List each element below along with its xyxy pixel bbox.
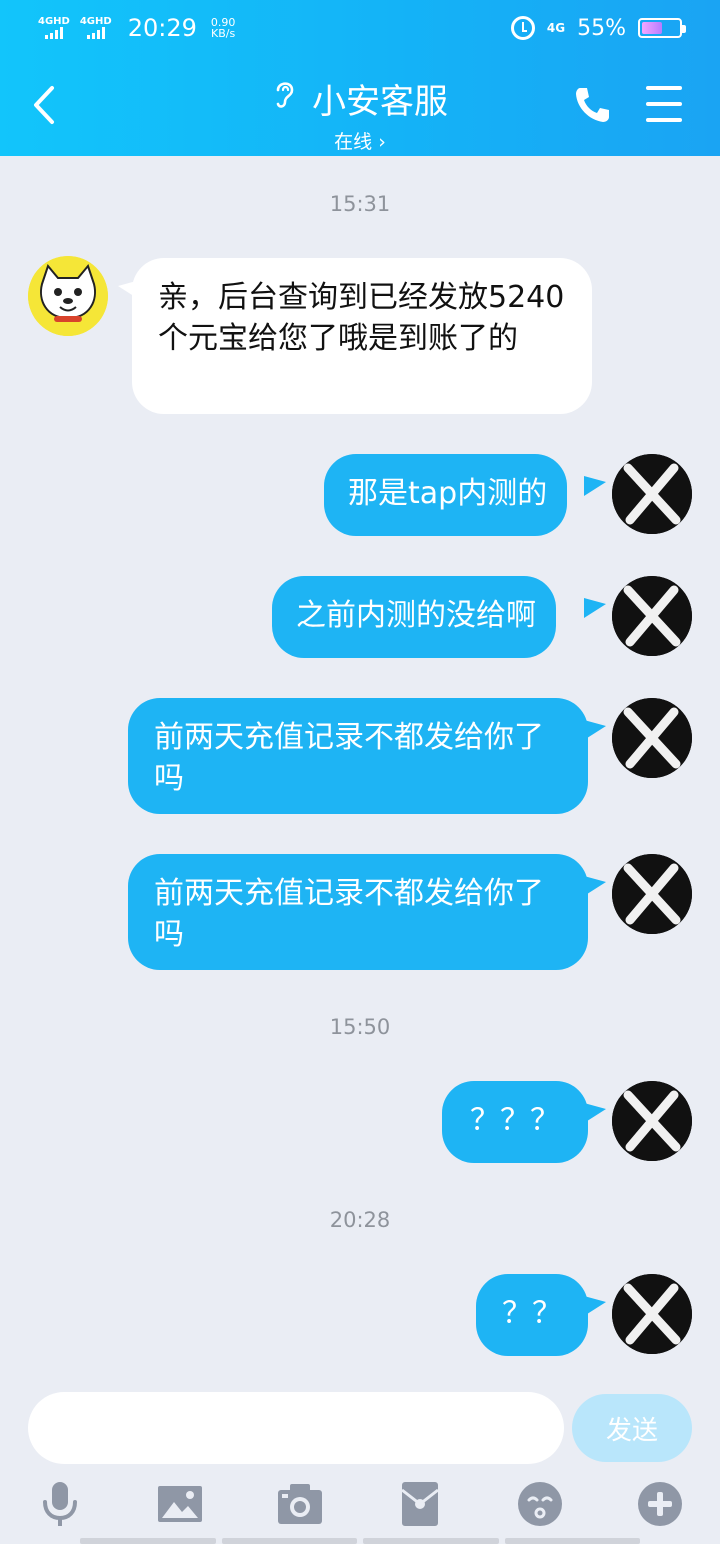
outgoing-message[interactable]: ？？？ [442, 1081, 588, 1163]
menu-icon-line [646, 118, 682, 122]
user-avatar[interactable] [612, 454, 692, 534]
bubble-tail [584, 1296, 606, 1316]
emoji-button[interactable] [516, 1480, 564, 1528]
user-avatar[interactable] [612, 698, 692, 778]
title-area[interactable]: 小安客服 在线 › [0, 74, 720, 154]
outgoing-message[interactable]: ？？ [476, 1274, 588, 1356]
net-speed-unit: KB/s [211, 27, 236, 40]
image-button[interactable] [156, 1480, 204, 1528]
outgoing-message[interactable]: 前两天充值记录不都发给你了吗 [128, 854, 588, 970]
page-title: 小安客服 [312, 82, 448, 122]
outgoing-message[interactable]: 前两天充值记录不都发给你了吗 [128, 698, 588, 814]
x-avatar-icon [612, 1081, 692, 1161]
ear-icon [272, 77, 298, 120]
bubble-tail [584, 598, 606, 618]
outgoing-message[interactable]: 之前内测的没给啊 [272, 576, 556, 658]
signal-sim2: 4GHD [80, 17, 112, 39]
camera-button[interactable] [276, 1480, 324, 1528]
user-avatar[interactable] [612, 576, 692, 656]
battery-icon [638, 18, 686, 38]
header: 4GHD 4GHD 20:29 0.90 KB/s 4G 55% 小安客服 在线… [0, 0, 720, 156]
bubble-tail [584, 876, 606, 896]
bubble-tail [584, 476, 606, 496]
x-avatar-icon [612, 1274, 692, 1354]
incoming-message[interactable]: 亲，后台查询到已经发放5240个元宝给您了哦是到账了的 [132, 258, 592, 414]
clock: 20:29 [127, 14, 197, 42]
timestamp: 20:28 [329, 1208, 391, 1232]
bubble-tail [584, 1103, 606, 1123]
voice-button[interactable] [36, 1480, 84, 1528]
timestamp: 15:50 [329, 1015, 391, 1039]
timestamp: 15:31 [329, 192, 391, 216]
x-avatar-icon [612, 576, 692, 656]
user-avatar[interactable] [612, 854, 692, 934]
menu-icon-line [646, 102, 682, 106]
chat-area[interactable]: 15:31 亲，后台查询到已经发放5240个元宝给您了哦是到账了的 那是tap内… [0, 156, 720, 1386]
more-button[interactable] [636, 1480, 684, 1528]
image-icon [158, 1486, 202, 1522]
camera-icon [278, 1484, 322, 1524]
send-button[interactable]: 发送 [572, 1394, 692, 1462]
battery-fill [642, 22, 662, 34]
alarm-icon [510, 16, 535, 40]
toolbar [0, 1480, 720, 1534]
sim1-label: 4GHD [38, 16, 70, 27]
x-avatar-icon [612, 854, 692, 934]
menu-button[interactable] [646, 86, 682, 122]
net-speed: 0.90 KB/s [211, 17, 236, 39]
message-input[interactable] [28, 1392, 564, 1464]
scroll-indicator [80, 1538, 640, 1544]
agent-avatar[interactable] [28, 256, 108, 336]
signal-sim1: 4GHD [38, 17, 70, 39]
battery-percent: 55% [577, 15, 626, 41]
user-avatar[interactable] [612, 1081, 692, 1161]
outgoing-message[interactable]: 那是tap内测的 [324, 454, 568, 536]
bubble-tail [584, 720, 606, 740]
input-bar: 发送 [0, 1386, 720, 1544]
plus-icon [638, 1482, 682, 1526]
signal-bars-icon [44, 27, 63, 39]
red-packet-button[interactable] [396, 1480, 444, 1528]
network-type: 4G [546, 21, 566, 35]
sim2-label: 4GHD [79, 16, 112, 27]
x-avatar-icon [612, 698, 692, 778]
cat-avatar-icon [28, 256, 108, 336]
x-avatar-icon [612, 454, 692, 534]
phone-button[interactable] [572, 84, 612, 126]
menu-icon-line [646, 86, 682, 90]
emoji-icon [518, 1482, 562, 1526]
phone-icon [576, 88, 609, 122]
microphone-icon [43, 1482, 77, 1526]
status-bar: 4GHD 4GHD 20:29 0.90 KB/s 4G 55% [0, 0, 720, 56]
user-avatar[interactable] [612, 1274, 692, 1354]
signal-bars-icon [86, 27, 105, 39]
red-packet-icon [401, 1482, 439, 1526]
nav-bar: 小安客服 在线 › [0, 66, 720, 153]
online-status[interactable]: 在线 › [0, 127, 720, 154]
